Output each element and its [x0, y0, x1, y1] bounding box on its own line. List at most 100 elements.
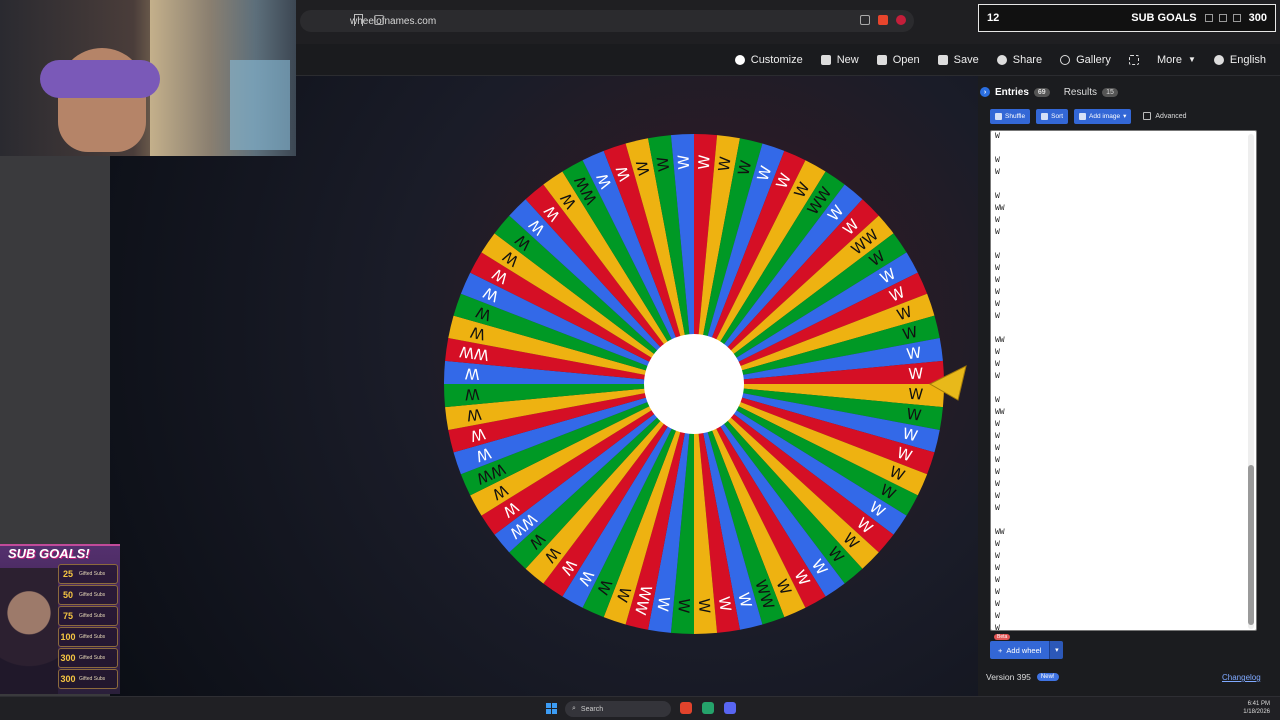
system-clock[interactable]: 6:41 PM 1/18/2026: [1243, 700, 1270, 716]
rewards-icon[interactable]: [896, 15, 906, 25]
share-page-icon[interactable]: [860, 15, 870, 25]
version-label: Version 395: [986, 672, 1031, 682]
entries-scrollbar[interactable]: [1248, 134, 1254, 629]
wheel-segment-label: W: [464, 385, 480, 404]
entry-line: W: [995, 192, 1000, 201]
entry-line: WW: [995, 528, 1005, 537]
changelog-link[interactable]: Changelog: [1222, 673, 1261, 682]
wheel-segment-label: W: [674, 154, 693, 170]
entry-line: W: [995, 432, 1000, 441]
sub-goal-row: 100 Gifted Subs: [58, 627, 118, 647]
chevron-right-icon[interactable]: ›: [980, 87, 990, 97]
palette-icon: [734, 54, 745, 65]
wheel-segment-label: W: [905, 343, 922, 363]
share-button[interactable]: Share: [996, 54, 1042, 66]
entry-line: W: [995, 612, 1000, 621]
windows-start-icon[interactable]: [546, 703, 557, 714]
sub-goals-bar: 12 SUB GOALS 300: [978, 4, 1276, 32]
bookmark-icon[interactable]: [354, 14, 363, 26]
entry-line: W: [995, 132, 1000, 141]
advanced-checkbox[interactable]: Advanced: [1143, 112, 1187, 120]
taskbar-search[interactable]: ⌕ Search: [565, 701, 671, 717]
tab-entries-label: Entries: [995, 86, 1029, 98]
shuffle-button[interactable]: Shuffle: [990, 108, 1031, 124]
search-icon: [1060, 54, 1071, 65]
app-header: Customize New Open Save Share Gallery Mo…: [296, 44, 1280, 76]
wheel-segment-label: W: [715, 595, 735, 612]
entry-line: W: [995, 624, 1000, 631]
discord-icon[interactable]: [724, 702, 736, 714]
scrollbar-thumb[interactable]: [1248, 465, 1254, 625]
screen: wheelofnames.com 12 SUB GOALS 300 Custom…: [0, 0, 1280, 720]
webcam-overlay: [0, 0, 296, 156]
streamer-headband: [40, 60, 160, 98]
add-wheel-dropdown[interactable]: ▾: [1049, 641, 1064, 659]
entry-line: W: [995, 156, 1000, 165]
entries-count-badge: 69: [1033, 87, 1050, 97]
wheel-segment-label: W: [653, 595, 673, 612]
entry-line: [994, 323, 1244, 335]
add-wheel-main[interactable]: + Add wheel: [990, 641, 1050, 659]
folder-icon: [876, 54, 887, 65]
share-icon: [996, 54, 1007, 65]
sub-goal-row: 75 Gifted Subs: [58, 606, 118, 626]
entry-line: W: [995, 600, 1000, 609]
wheel-center[interactable]: [644, 334, 744, 434]
entry-line: [994, 143, 1244, 155]
customize-button[interactable]: Customize: [734, 53, 803, 66]
language-button[interactable]: English: [1213, 54, 1266, 66]
sort-button[interactable]: Sort: [1036, 108, 1069, 124]
entry-line: W: [995, 564, 1000, 573]
new-button[interactable]: New: [820, 54, 859, 66]
wheel[interactable]: W W WWWWWWWWWWWWWWWWWWWWWWWWWWWWWWWWWWWWWW…: [440, 130, 967, 638]
sub-goals-card: SUB GOALS! 25 Gifted Subs 50 Gifted Subs 7…: [0, 544, 120, 694]
more-button[interactable]: More ▼: [1157, 54, 1196, 66]
entry-line: [994, 179, 1244, 191]
wheel-segment-label: W: [464, 364, 480, 383]
entry-line: W: [995, 348, 1000, 357]
brave-browser-icon[interactable]: [680, 702, 692, 714]
add-image-button[interactable]: Add image ▾: [1074, 108, 1132, 124]
webcam-shelf: [230, 60, 290, 150]
wheel-segment-label: W: [695, 598, 714, 614]
entry-line: W: [995, 492, 1000, 501]
tab-entries[interactable]: › Entries 69: [980, 87, 1050, 98]
entry-line: [994, 239, 1244, 251]
sub-goals-title: SUB GOALS: [1131, 12, 1197, 24]
sub-goal-text: Gifted Subs: [79, 676, 106, 682]
customize-label: Customize: [750, 53, 803, 66]
sub-goal-text: Gifted Subs: [79, 655, 106, 661]
sub-goal-text: Gifted Subs: [79, 571, 106, 577]
address-bar[interactable]: wheelofnames.com: [300, 10, 914, 32]
sub-goal-text: Gifted Subs: [79, 613, 106, 619]
save-button[interactable]: Save: [937, 54, 979, 66]
image-icon: [1079, 112, 1087, 120]
add-image-label: Add image: [1089, 112, 1121, 120]
wheel-segment-label: W: [695, 154, 714, 170]
advanced-label: Advanced: [1155, 112, 1187, 120]
chevron-down-icon: ▾: [1123, 113, 1127, 120]
sub-goals-card-title: SUB GOALS!: [8, 546, 90, 561]
entry-line: WW: [995, 408, 1005, 417]
brave-shield-icon[interactable]: [878, 15, 888, 25]
checkbox-icon[interactable]: [1143, 112, 1152, 120]
entry-line: W: [995, 300, 1000, 309]
fullscreen-button[interactable]: [1128, 54, 1139, 65]
gallery-button[interactable]: Gallery: [1060, 54, 1111, 66]
sub-goal-text: Gifted Subs: [79, 634, 106, 640]
plus-icon: +: [998, 645, 1003, 655]
site-info-icon[interactable]: [374, 15, 384, 25]
tab-results[interactable]: Results 15: [1064, 87, 1118, 98]
entry-line: WW: [995, 204, 1005, 213]
entries-textarea[interactable]: W W W W WW W W W W W W W W WW W W W W WW W W W W W W W W WW W W W W W W W W: [990, 130, 1257, 631]
open-button[interactable]: Open: [876, 54, 920, 66]
sub-goal-number: 300: [60, 674, 76, 684]
app-icon[interactable]: [702, 702, 714, 714]
globe-icon: [1213, 54, 1224, 65]
entry-line: W: [995, 312, 1000, 321]
sub-goal-text: Gifted Subs: [79, 592, 106, 598]
chevron-down-icon: ▾: [1055, 647, 1059, 654]
add-wheel-label: Add wheel: [1006, 645, 1042, 655]
entry-line: W: [995, 168, 1000, 177]
add-wheel-button[interactable]: + Add wheel ▾: [990, 641, 1064, 659]
